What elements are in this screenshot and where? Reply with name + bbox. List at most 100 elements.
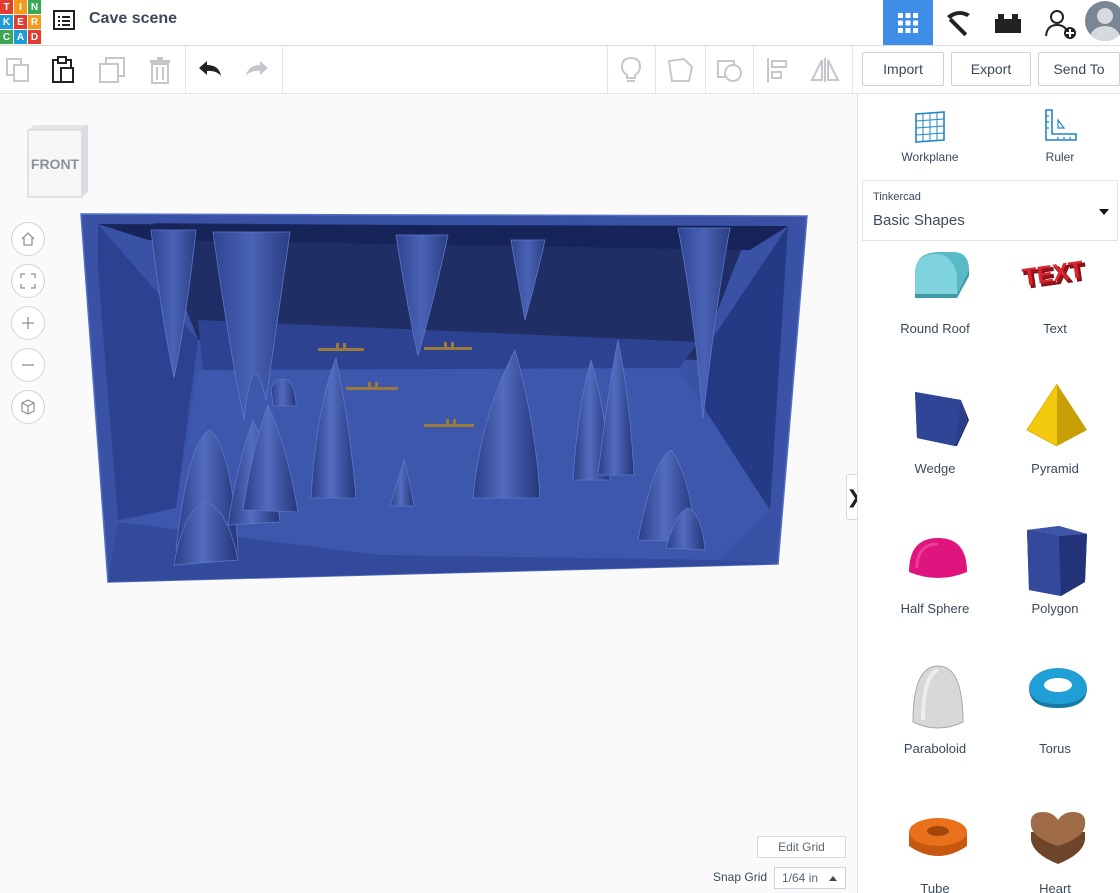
shape-text[interactable]: TEXT TEXT Text	[1000, 244, 1110, 374]
workplane-button[interactable]: Workplane	[890, 108, 970, 172]
bricks-mode-button[interactable]	[983, 0, 1033, 45]
logo-letter: I	[14, 0, 27, 14]
delete-button[interactable]	[144, 54, 176, 86]
tube-icon	[909, 818, 967, 856]
shape-tube[interactable]: Tube	[880, 804, 990, 893]
shape-label: Paraboloid	[903, 741, 967, 756]
redo-icon	[246, 61, 268, 76]
ruler-label: Ruler	[1045, 150, 1075, 164]
home-icon	[21, 232, 35, 246]
logo-letter: D	[28, 30, 41, 44]
shape-paraboloid[interactable]: Paraboloid	[880, 664, 990, 794]
notes-button[interactable]	[664, 54, 696, 86]
pyramid-icon	[1026, 384, 1087, 447]
library-source: Tinkercad	[873, 191, 921, 203]
align-button[interactable]	[761, 54, 793, 86]
show-all-button[interactable]	[615, 54, 647, 86]
library-name: Basic Shapes	[873, 212, 965, 229]
workplane-icon	[915, 111, 945, 143]
zoom-in-button[interactable]	[11, 306, 45, 340]
shape-wedge[interactable]: Wedge	[880, 384, 990, 514]
paste-button[interactable]	[47, 54, 79, 86]
delete-icon	[150, 57, 170, 84]
avatar[interactable]	[1085, 1, 1120, 41]
shape-pyramid[interactable]: Pyramid	[1000, 384, 1110, 514]
profile-button[interactable]	[1035, 0, 1085, 45]
3d-design-icon	[898, 12, 918, 33]
toolbar-divider	[655, 46, 656, 94]
shape-polygon[interactable]: Polygon	[1000, 524, 1110, 654]
top-bar: T I N K E R C A D Cave scene	[0, 0, 1120, 46]
pickaxe-icon	[947, 10, 970, 36]
minecraft-mode-button[interactable]	[933, 0, 983, 45]
undo-button[interactable]	[194, 54, 226, 86]
logo-letter: C	[0, 30, 13, 44]
send-to-button[interactable]: Send To	[1038, 52, 1120, 86]
toolbar-divider	[185, 46, 186, 94]
snap-grid-label: Snap Grid	[713, 870, 768, 884]
edit-grid-button[interactable]: Edit Grid	[757, 836, 846, 858]
shape-half-sphere[interactable]: Half Sphere	[880, 524, 990, 654]
shape-heart[interactable]: Heart	[1000, 804, 1110, 893]
view-cube[interactable]: FRONT	[24, 124, 92, 198]
paste-icon	[52, 56, 74, 83]
shape-label: Pyramid	[1031, 461, 1079, 476]
logo-letter: A	[14, 30, 27, 44]
design-list-button[interactable]	[52, 9, 76, 31]
tinkercad-logo[interactable]: T I N K E R C A D	[0, 0, 41, 44]
camera-icon	[717, 60, 742, 82]
shape-label: Wedge	[914, 461, 956, 476]
perspective-toggle-button[interactable]	[11, 390, 45, 424]
copy-button[interactable]	[2, 54, 34, 86]
logo-letter: K	[0, 15, 13, 29]
design-title[interactable]: Cave scene	[89, 10, 177, 28]
shape-label: Torus	[1039, 741, 1071, 756]
toolbar-divider	[705, 46, 706, 94]
shape-grid: Round Roof TEXT TEXT Text Wedge Pyramid …	[858, 248, 1120, 893]
shape-label: Tube	[920, 881, 950, 893]
note-icon	[667, 57, 694, 82]
duplicate-icon	[99, 57, 125, 83]
caret-up-icon	[829, 876, 837, 881]
cave-scene-model[interactable]	[78, 210, 813, 588]
shape-library-select[interactable]: Tinkercad Basic Shapes	[862, 180, 1118, 241]
editor-toolbar: Import Export Send To	[0, 46, 1120, 94]
import-button[interactable]: Import	[862, 52, 944, 86]
group-button[interactable]	[713, 54, 745, 86]
3d-design-mode-button[interactable]	[883, 0, 933, 45]
mirror-button[interactable]	[809, 54, 841, 86]
tinkercad-app: T I N K E R C A D Cave scene Import Expo…	[0, 0, 1120, 893]
shape-label: Round Roof	[900, 321, 970, 336]
paraboloid-icon	[912, 665, 964, 729]
logo-letter: E	[14, 15, 27, 29]
fit-icon	[20, 273, 36, 289]
heart-icon	[1030, 812, 1086, 864]
ruler-button[interactable]: Ruler	[1020, 108, 1100, 172]
duplicate-button[interactable]	[96, 54, 128, 86]
wedge-icon	[915, 392, 969, 446]
shape-label: Polygon	[1031, 601, 1079, 616]
workplane-viewport[interactable]: FRONT Edit Grid Snap Grid 1/64 in	[0, 94, 857, 893]
shape-label: Text	[1043, 321, 1067, 336]
zoom-out-button[interactable]	[11, 348, 45, 382]
add-user-icon	[1045, 9, 1076, 39]
workplane-label: Workplane	[901, 150, 959, 164]
shape-torus[interactable]: Torus	[1000, 664, 1110, 794]
logo-letter: T	[0, 0, 13, 14]
perspective-icon	[21, 399, 35, 415]
logo-letter: R	[28, 15, 41, 29]
polygon-icon	[1027, 526, 1087, 596]
home-view-button[interactable]	[11, 222, 45, 256]
align-icon	[767, 58, 787, 82]
copy-icon	[6, 58, 29, 82]
redo-button[interactable]	[241, 54, 273, 86]
round-roof-icon	[915, 252, 969, 298]
export-button[interactable]: Export	[951, 52, 1031, 86]
shape-round-roof[interactable]: Round Roof	[880, 244, 990, 374]
shape-label: Half Sphere	[900, 601, 970, 616]
ruler-icon	[1045, 109, 1077, 141]
shape-label: Heart	[1039, 881, 1071, 893]
snap-grid-select[interactable]: 1/64 in	[774, 867, 846, 889]
fit-view-button[interactable]	[11, 264, 45, 298]
viewcube-label: FRONT	[31, 156, 80, 172]
